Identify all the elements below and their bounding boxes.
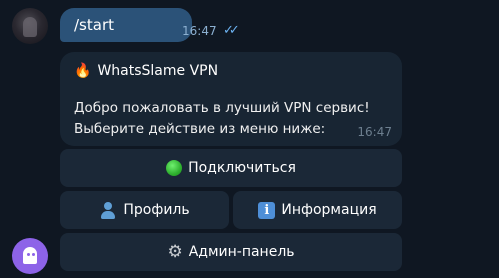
ghost-shape (23, 247, 37, 264)
info-icon: i (258, 201, 276, 219)
outgoing-message[interactable]: /start 16:47 ✓✓ (60, 8, 240, 42)
info-button-label: Информация (281, 202, 377, 218)
avatar-figure (23, 17, 37, 37)
message-title-text: WhatsSlame VPN (97, 63, 219, 79)
gear-icon: ⚙ (167, 242, 183, 262)
connect-button-label: Подключиться (188, 160, 296, 176)
chat-area: /start 16:47 ✓✓ 🔥 WhatsSlame VPN Добро по… (0, 0, 499, 278)
ghost-icon[interactable] (12, 238, 48, 274)
info-button[interactable]: i Информация (233, 191, 402, 229)
connect-button[interactable]: Подключиться (60, 149, 402, 187)
message-line-1: Добро пожаловать в лучший VPN сервис! (74, 100, 370, 116)
double-check-icon: ✓✓ (223, 23, 240, 38)
message-line-2: Выберите действие из меню ниже: (74, 121, 326, 137)
outgoing-message-time: 16:47 (182, 24, 217, 38)
user-icon (99, 201, 117, 219)
admin-panel-button-label: Админ-панель (188, 244, 295, 260)
fire-icon: 🔥 (74, 63, 92, 79)
incoming-message-time: 16:47 (357, 125, 392, 139)
profile-button-label: Профиль (123, 202, 190, 218)
ghost-eye-left (27, 253, 30, 256)
admin-panel-button[interactable]: ⚙ Админ-панель (60, 233, 402, 271)
ghost-eye-right (32, 253, 35, 256)
user-avatar[interactable] (12, 8, 48, 44)
profile-button[interactable]: Профиль (60, 191, 229, 229)
incoming-message[interactable]: 🔥 WhatsSlame VPN Добро пожаловать в лучши… (60, 52, 402, 146)
green-circle-icon (166, 160, 183, 176)
outgoing-message-text: /start (74, 16, 114, 34)
message-title: 🔥 WhatsSlame VPN (74, 63, 218, 79)
